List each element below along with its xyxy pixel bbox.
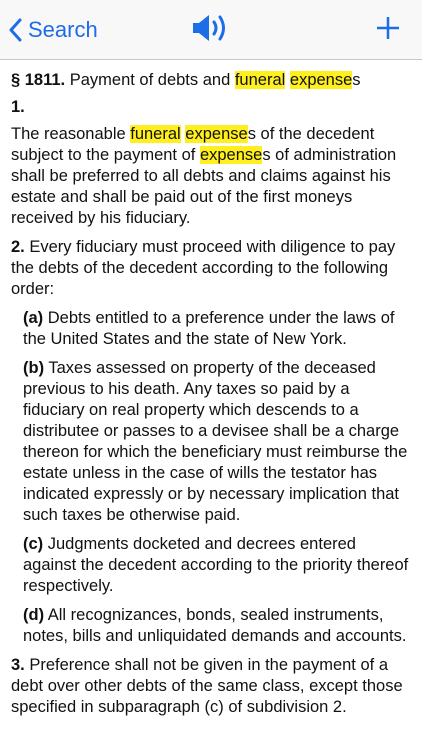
paragraph-c: (c) Judgments docketed and decrees enter… <box>23 535 409 595</box>
subdivision-3: 3. Preference shall not be given in the … <box>11 656 403 716</box>
subdivision-1-text: The reasonable funeral expenses of the d… <box>11 125 397 227</box>
navigation-bar: Search <box>0 0 422 60</box>
search-highlight: funeral <box>130 125 181 143</box>
search-highlight: expense <box>289 71 353 89</box>
statute-text: § 1811. Payment of debts and funeral exp… <box>0 60 422 750</box>
subdivision-1-number: 1. <box>11 98 25 116</box>
back-button-label: Search <box>28 17 98 42</box>
speaker-button[interactable] <box>189 12 231 48</box>
search-highlight: expense <box>199 146 263 164</box>
back-button[interactable]: Search <box>8 12 98 48</box>
paragraph-d: (d) All recognizances, bonds, sealed ins… <box>23 606 407 645</box>
search-highlight: funeral <box>234 71 286 89</box>
speaker-icon <box>190 12 230 49</box>
chevron-left-icon <box>8 18 22 42</box>
section-title: § 1811. Payment of debts and funeral exp… <box>11 71 361 89</box>
paragraph-b: (b) Taxes assessed on property of the de… <box>23 359 408 524</box>
add-button[interactable] <box>370 12 406 48</box>
paragraph-a: (a) Debts entitled to a preference under… <box>23 309 395 348</box>
section-number: § 1811. <box>11 71 66 89</box>
plus-icon <box>375 15 401 46</box>
search-highlight: expense <box>185 125 248 143</box>
subdivision-2: 2. Every fiduciary must proceed with dil… <box>11 238 396 298</box>
